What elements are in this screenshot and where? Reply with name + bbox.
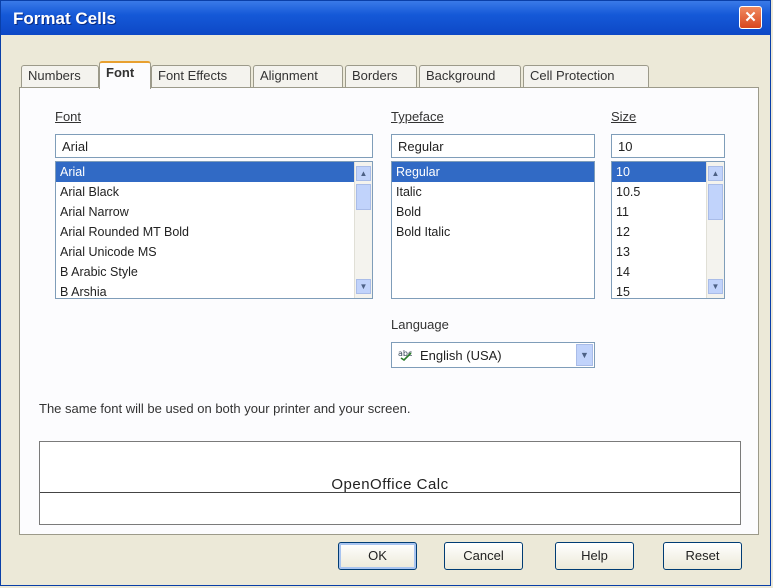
tab-alignment[interactable]: Alignment (253, 65, 343, 87)
scroll-up-icon[interactable]: ▲ (356, 166, 371, 181)
tab-font[interactable]: Font (99, 61, 151, 89)
size-input[interactable]: 10 (611, 134, 725, 158)
scroll-thumb[interactable] (356, 184, 371, 210)
window-title: Format Cells (13, 9, 116, 28)
font-list-item[interactable]: Arial Rounded MT Bold (56, 222, 372, 242)
font-list-item[interactable]: Arial (56, 162, 372, 182)
font-list-item[interactable]: Arial Unicode MS (56, 242, 372, 262)
tab-numbers[interactable]: Numbers (21, 65, 99, 87)
spellcheck-language-icon: abc (398, 347, 414, 362)
language-value: English (USA) (420, 348, 502, 363)
title-bar[interactable]: Format Cells ✕ (1, 1, 770, 35)
font-list-item[interactable]: B Arabic Style (56, 262, 372, 282)
size-label-text: Size (611, 109, 637, 124)
close-button[interactable]: ✕ (739, 6, 762, 29)
size-list[interactable]: 10 10.5 11 12 13 14 15 ▲ ▼ (611, 161, 725, 299)
tab-borders[interactable]: Borders (345, 65, 417, 87)
preview-text: OpenOffice Calc (331, 476, 449, 493)
close-icon: ✕ (744, 9, 757, 26)
font-label-text: Font (55, 109, 82, 124)
tab-cell-protection[interactable]: Cell Protection (523, 65, 649, 87)
font-info-text: The same font will be used on both your … (39, 401, 411, 416)
font-list-item[interactable]: Arial Black (56, 182, 372, 202)
language-label: Language (391, 317, 449, 332)
ok-button[interactable]: OK (338, 542, 417, 570)
format-cells-dialog: Format Cells ✕ Numbers Font Font Effects… (0, 0, 771, 586)
typeface-input[interactable]: Regular (391, 134, 595, 158)
typeface-label-text: Typeface (391, 109, 444, 124)
font-label: Font (55, 109, 81, 124)
scroll-up-icon[interactable]: ▲ (708, 166, 723, 181)
typeface-list[interactable]: Regular Italic Bold Bold Italic (391, 161, 595, 299)
size-list-scrollbar[interactable]: ▲ ▼ (706, 162, 724, 298)
tab-font-effects[interactable]: Font Effects (151, 65, 251, 87)
font-list[interactable]: Arial Arial Black Arial Narrow Arial Rou… (55, 161, 373, 299)
scroll-thumb[interactable] (708, 184, 723, 220)
font-list-item[interactable]: B Arshia (56, 282, 372, 298)
tab-background[interactable]: Background (419, 65, 521, 87)
font-list-scrollbar[interactable]: ▲ ▼ (354, 162, 372, 298)
cancel-button[interactable]: Cancel (444, 542, 523, 570)
typeface-list-item[interactable]: Bold Italic (392, 222, 594, 242)
font-list-item[interactable]: Arial Narrow (56, 202, 372, 222)
font-preview: OpenOffice Calc (39, 441, 741, 525)
typeface-list-item[interactable]: Bold (392, 202, 594, 222)
typeface-list-item[interactable]: Italic (392, 182, 594, 202)
language-select[interactable]: abc English (USA) ▼ (391, 342, 595, 368)
language-label-text: Language (391, 317, 449, 332)
typeface-list-item[interactable]: Regular (392, 162, 594, 182)
size-label: Size (611, 109, 636, 124)
typeface-label: Typeface (391, 109, 444, 124)
scroll-down-icon[interactable]: ▼ (356, 279, 371, 294)
chevron-down-icon[interactable]: ▼ (576, 344, 593, 366)
size-list-item[interactable]: 10 (612, 162, 707, 182)
help-button[interactable]: Help (555, 542, 634, 570)
scroll-down-icon[interactable]: ▼ (708, 279, 723, 294)
font-name-input[interactable]: Arial (55, 134, 373, 158)
reset-button[interactable]: Reset (663, 542, 742, 570)
